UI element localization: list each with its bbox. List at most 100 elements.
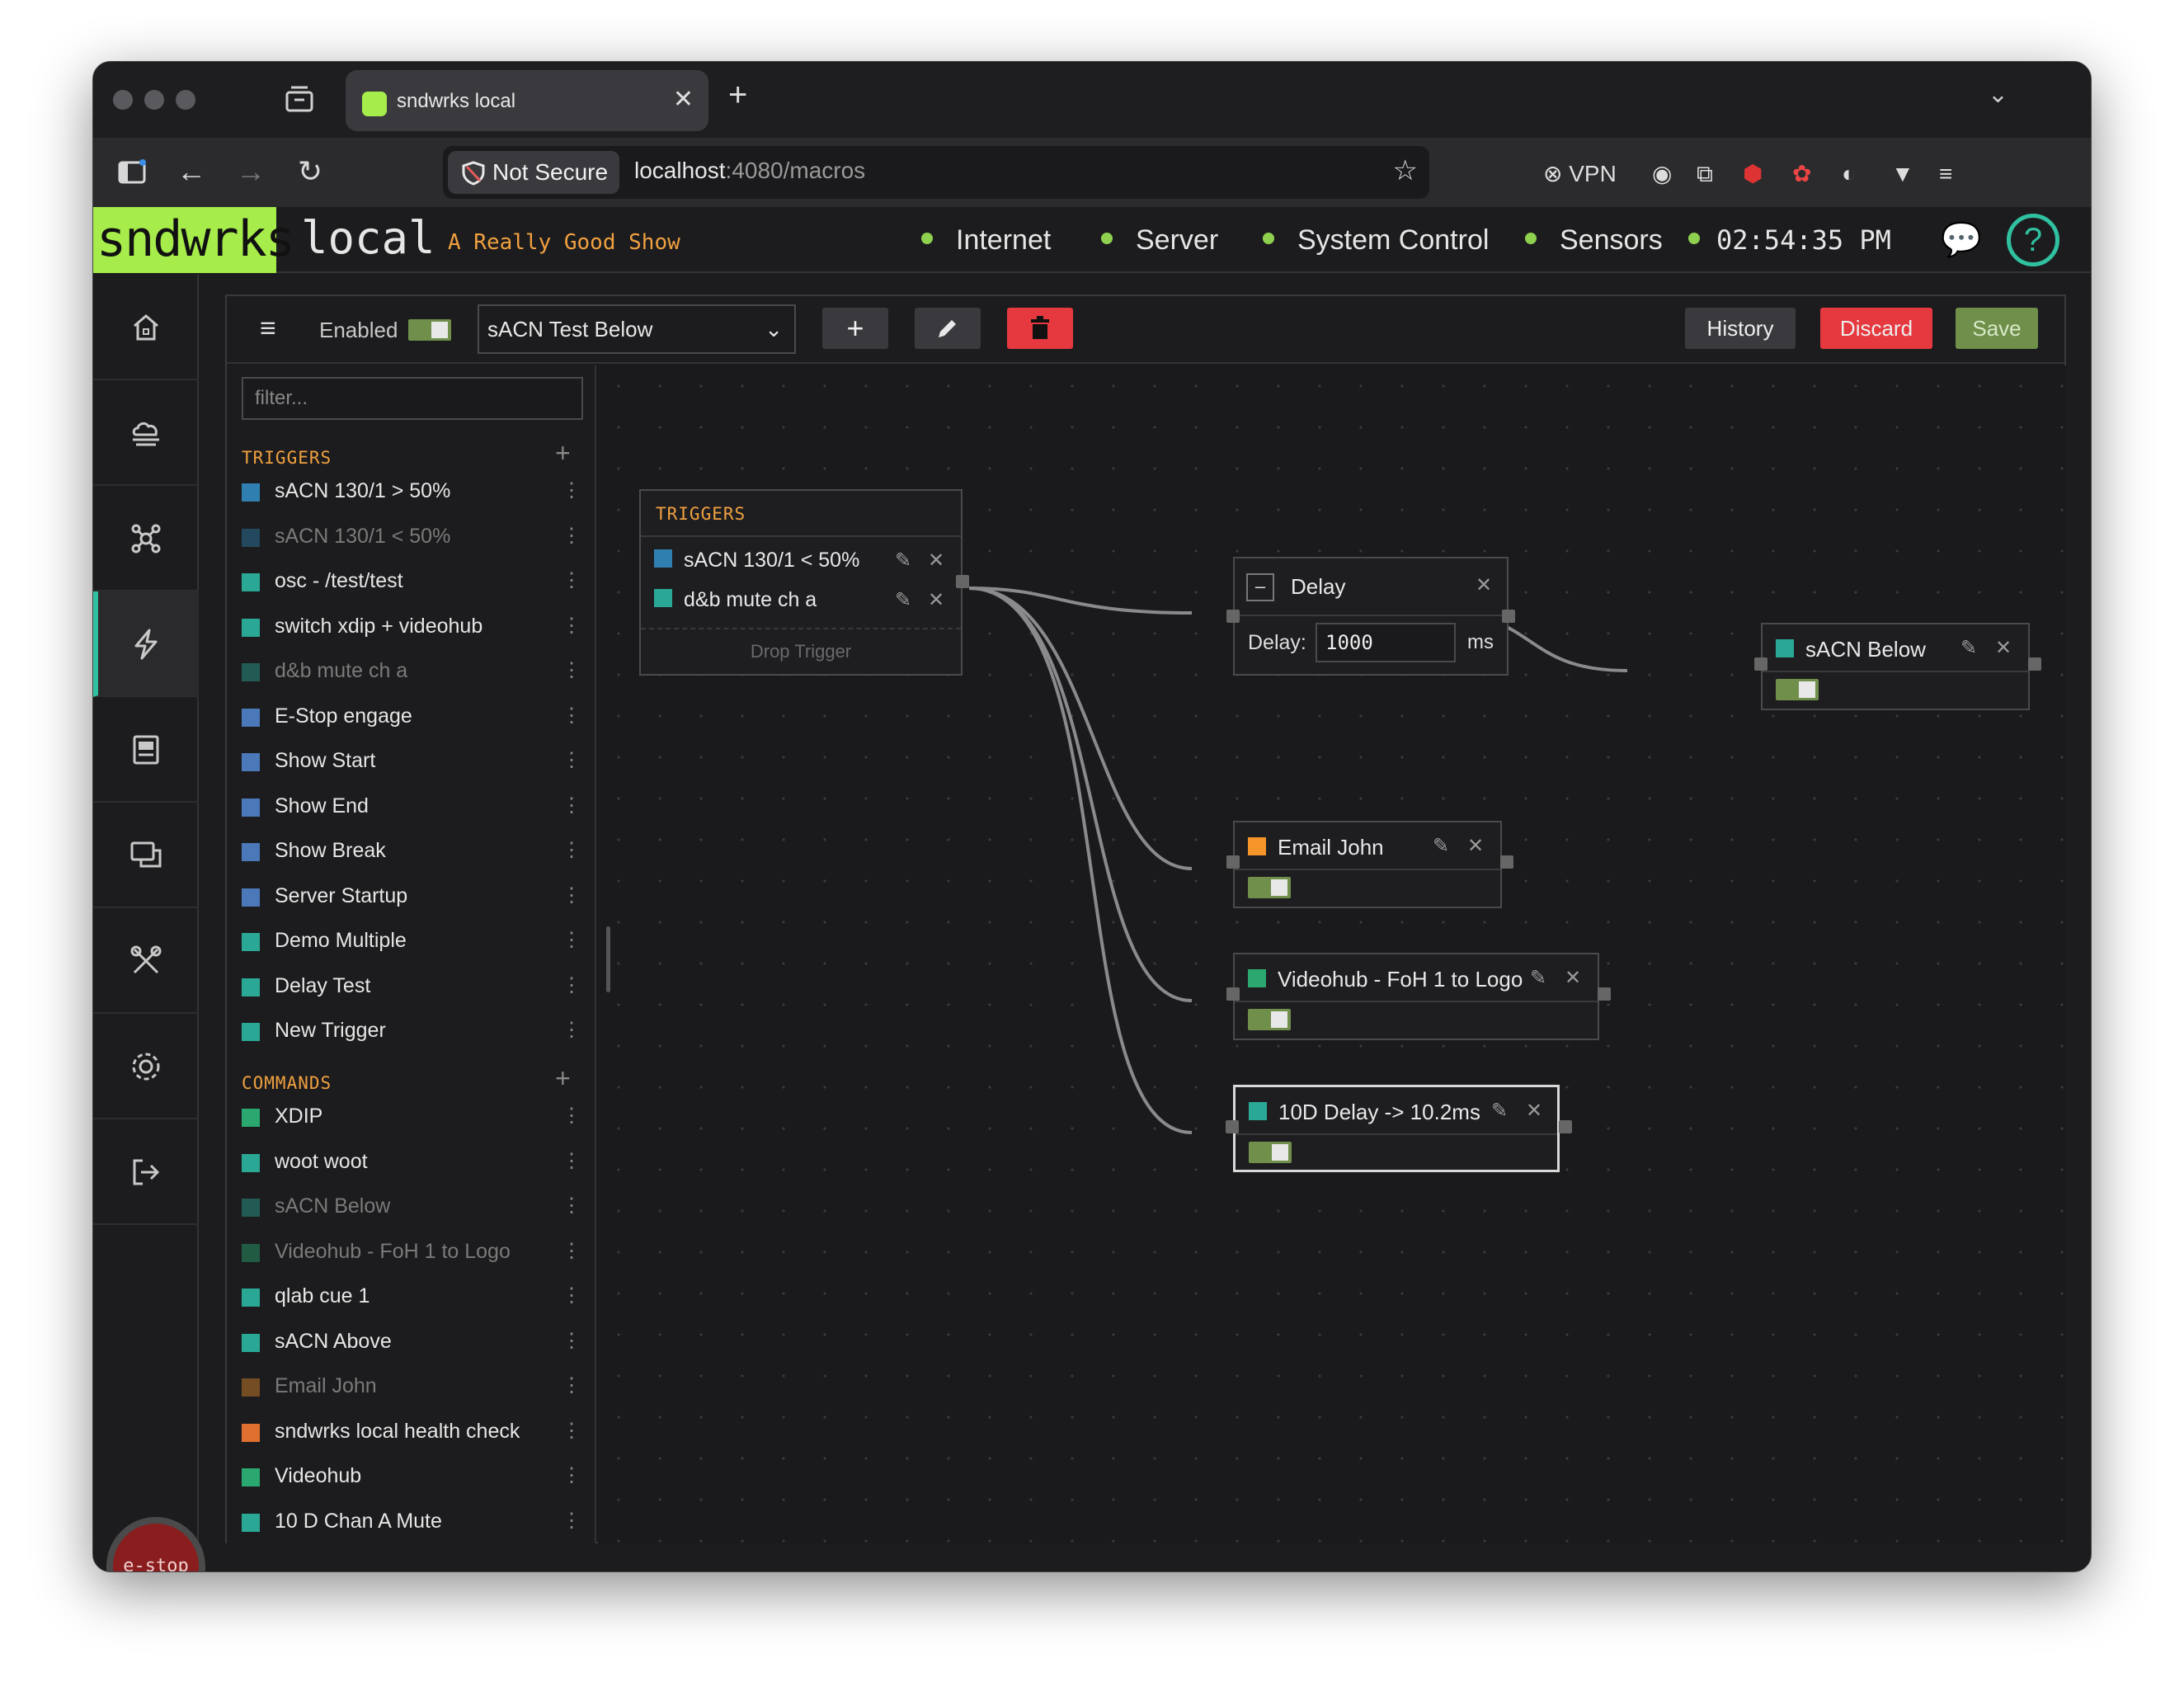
chevron-down-icon[interactable]: ⌄ bbox=[1988, 80, 2008, 109]
kebab-menu-icon[interactable]: ⋮ bbox=[562, 1145, 581, 1178]
trigger-node-item[interactable]: d&b mute ch a bbox=[654, 585, 817, 615]
trigger-list-item[interactable]: Show End ⋮ bbox=[242, 789, 581, 822]
input-port[interactable] bbox=[1754, 657, 1767, 671]
trigger-list-item[interactable]: E-Stop engage ⋮ bbox=[242, 700, 581, 733]
email-john-node[interactable]: Email John ✎ ✕ bbox=[1226, 821, 1513, 908]
triggers-node[interactable]: TRIGGERS sACN 130/1 < 50% ✎ ✕ d&b mute c… bbox=[639, 489, 969, 676]
kebab-menu-icon[interactable]: ⋮ bbox=[562, 564, 581, 597]
kebab-menu-icon[interactable]: ⋮ bbox=[562, 1014, 581, 1047]
videohub-node[interactable]: Videohub - FoH 1 to Logo ✎ ✕ bbox=[1226, 953, 1611, 1040]
history-button[interactable]: History bbox=[1685, 308, 1796, 349]
new-tab-button[interactable]: + bbox=[728, 77, 747, 114]
command-enabled-toggle[interactable] bbox=[1776, 679, 1819, 700]
delete-macro-button[interactable] bbox=[1007, 308, 1073, 349]
bookmark-star-icon[interactable]: ☆ bbox=[1393, 154, 1418, 187]
nav-cloud[interactable] bbox=[93, 380, 199, 486]
kebab-menu-icon[interactable]: ⋮ bbox=[562, 1325, 581, 1358]
close-icon[interactable]: ✕ bbox=[1476, 573, 1492, 597]
kebab-menu-icon[interactable]: ⋮ bbox=[562, 1100, 581, 1133]
collapse-button[interactable]: – bbox=[1246, 573, 1274, 601]
kebab-menu-icon[interactable]: ⋮ bbox=[562, 1459, 581, 1492]
sidebar-toggle-icon[interactable] bbox=[118, 159, 146, 186]
extensions-icon[interactable]: ⧉ bbox=[1697, 158, 1713, 191]
close-icon[interactable]: ✕ bbox=[1565, 966, 1581, 990]
command-list-item[interactable]: Email John ⋮ bbox=[242, 1369, 581, 1402]
command-list-item[interactable]: Videohub - FoH 1 to Logo ⋮ bbox=[242, 1235, 581, 1268]
command-enabled-toggle[interactable] bbox=[1248, 877, 1291, 898]
pencil-icon[interactable]: ✎ bbox=[895, 549, 911, 572]
kebab-menu-icon[interactable]: ⋮ bbox=[562, 834, 581, 867]
save-button[interactable]: Save bbox=[1956, 308, 2038, 349]
extension-red-icon[interactable]: ✿ bbox=[1792, 158, 1811, 191]
output-port[interactable] bbox=[1598, 987, 1611, 1001]
kebab-menu-icon[interactable]: ⋮ bbox=[562, 1279, 581, 1312]
zoom-window-button[interactable] bbox=[176, 90, 195, 110]
trigger-list-item[interactable]: sACN 130/1 > 50% ⋮ bbox=[242, 474, 581, 507]
trigger-list-item[interactable]: Delay Test ⋮ bbox=[242, 969, 581, 1002]
sacn-below-node[interactable]: sACN Below ✎ ✕ bbox=[1754, 623, 2041, 710]
nav-home[interactable] bbox=[93, 275, 199, 380]
input-port[interactable] bbox=[1226, 855, 1240, 869]
trigger-list-item[interactable]: Demo Multiple ⋮ bbox=[242, 924, 581, 957]
nav-logout[interactable] bbox=[93, 1119, 199, 1225]
forward-icon[interactable]: → bbox=[230, 151, 271, 192]
pencil-icon[interactable]: ✎ bbox=[1491, 1099, 1508, 1123]
command-list-item[interactable]: Videohub ⋮ bbox=[242, 1459, 581, 1492]
kebab-menu-icon[interactable]: ⋮ bbox=[562, 1505, 581, 1538]
trigger-list-item[interactable]: Show Start ⋮ bbox=[242, 744, 581, 777]
command-list-item[interactable]: sACN Above ⋮ bbox=[242, 1325, 581, 1358]
minimize-window-button[interactable] bbox=[144, 90, 164, 110]
close-icon[interactable]: ✕ bbox=[928, 549, 944, 572]
kebab-menu-icon[interactable]: ⋮ bbox=[562, 1415, 581, 1448]
trigger-list-item[interactable]: New Trigger ⋮ bbox=[242, 1014, 581, 1047]
command-enabled-toggle[interactable] bbox=[1248, 1009, 1291, 1030]
close-icon[interactable]: ✕ bbox=[928, 588, 944, 612]
ublock-icon[interactable]: ⬢ bbox=[1743, 158, 1763, 191]
reload-icon[interactable]: ↻ bbox=[289, 151, 331, 192]
nav-network[interactable] bbox=[93, 486, 199, 591]
logo[interactable]: sndwrks bbox=[93, 207, 295, 273]
panel-menu-button[interactable]: ≡ bbox=[260, 313, 276, 345]
trigger-node-item[interactable]: sACN 130/1 < 50% bbox=[654, 545, 859, 575]
trigger-list-item[interactable]: Server Startup ⋮ bbox=[242, 879, 581, 912]
nav-macros[interactable] bbox=[93, 591, 199, 697]
kebab-menu-icon[interactable]: ⋮ bbox=[562, 744, 581, 777]
trigger-list-item[interactable]: d&b mute ch a ⋮ bbox=[242, 654, 581, 687]
output-port[interactable] bbox=[956, 575, 969, 588]
kebab-menu-icon[interactable]: ⋮ bbox=[562, 1190, 581, 1223]
input-port[interactable] bbox=[1226, 1120, 1239, 1133]
kebab-menu-icon[interactable]: ⋮ bbox=[562, 924, 581, 957]
input-port[interactable] bbox=[1226, 987, 1240, 1001]
menu-icon[interactable]: ≡ bbox=[1939, 158, 1952, 191]
command-list-item[interactable]: sndwrks local health check ⋮ bbox=[242, 1415, 581, 1448]
kebab-menu-icon[interactable]: ⋮ bbox=[562, 879, 581, 912]
command-list-item[interactable]: qlab cue 1 ⋮ bbox=[242, 1279, 581, 1312]
kebab-menu-icon[interactable]: ⋮ bbox=[562, 969, 581, 1002]
vivaldi-icon[interactable]: ▼ bbox=[1891, 158, 1914, 191]
enabled-toggle[interactable] bbox=[408, 319, 451, 341]
delay-node[interactable]: – Delay ✕ Delay: 1000 ms bbox=[1226, 557, 1515, 676]
help-button[interactable]: ? bbox=[2007, 214, 2059, 266]
add-trigger-button[interactable]: + bbox=[555, 438, 571, 469]
command-list-item[interactable]: woot woot ⋮ bbox=[242, 1145, 581, 1178]
node-canvas[interactable]: TRIGGERS sACN 130/1 < 50% ✎ ✕ d&b mute c… bbox=[598, 365, 2066, 1543]
10d-delay-node[interactable]: 10D Delay -> 10.2ms ✎ ✕ bbox=[1226, 1085, 1572, 1172]
vpn-button[interactable]: ⊗ VPN bbox=[1543, 158, 1617, 191]
trigger-list-item[interactable]: switch xdip + videohub ⋮ bbox=[242, 610, 581, 643]
trigger-list-item[interactable]: sACN 130/1 < 50% ⋮ bbox=[242, 520, 581, 553]
delay-input[interactable]: 1000 bbox=[1316, 623, 1456, 662]
close-icon[interactable]: ✕ bbox=[1526, 1099, 1542, 1123]
nav-settings[interactable] bbox=[93, 1014, 199, 1119]
command-enabled-toggle[interactable] bbox=[1249, 1142, 1292, 1163]
close-window-button[interactable] bbox=[113, 90, 133, 110]
close-tab-icon[interactable]: ✕ bbox=[673, 85, 694, 114]
command-list-item[interactable]: sACN Below ⋮ bbox=[242, 1190, 581, 1223]
output-port[interactable] bbox=[1500, 855, 1513, 869]
output-port[interactable] bbox=[1502, 610, 1515, 623]
output-port[interactable] bbox=[1559, 1120, 1572, 1133]
not-secure-badge[interactable]: Not Secure bbox=[448, 151, 619, 194]
discard-button[interactable]: Discard bbox=[1820, 308, 1932, 349]
kebab-menu-icon[interactable]: ⋮ bbox=[562, 654, 581, 687]
add-command-button[interactable]: + bbox=[555, 1063, 571, 1094]
close-icon[interactable]: ✕ bbox=[1467, 834, 1484, 858]
